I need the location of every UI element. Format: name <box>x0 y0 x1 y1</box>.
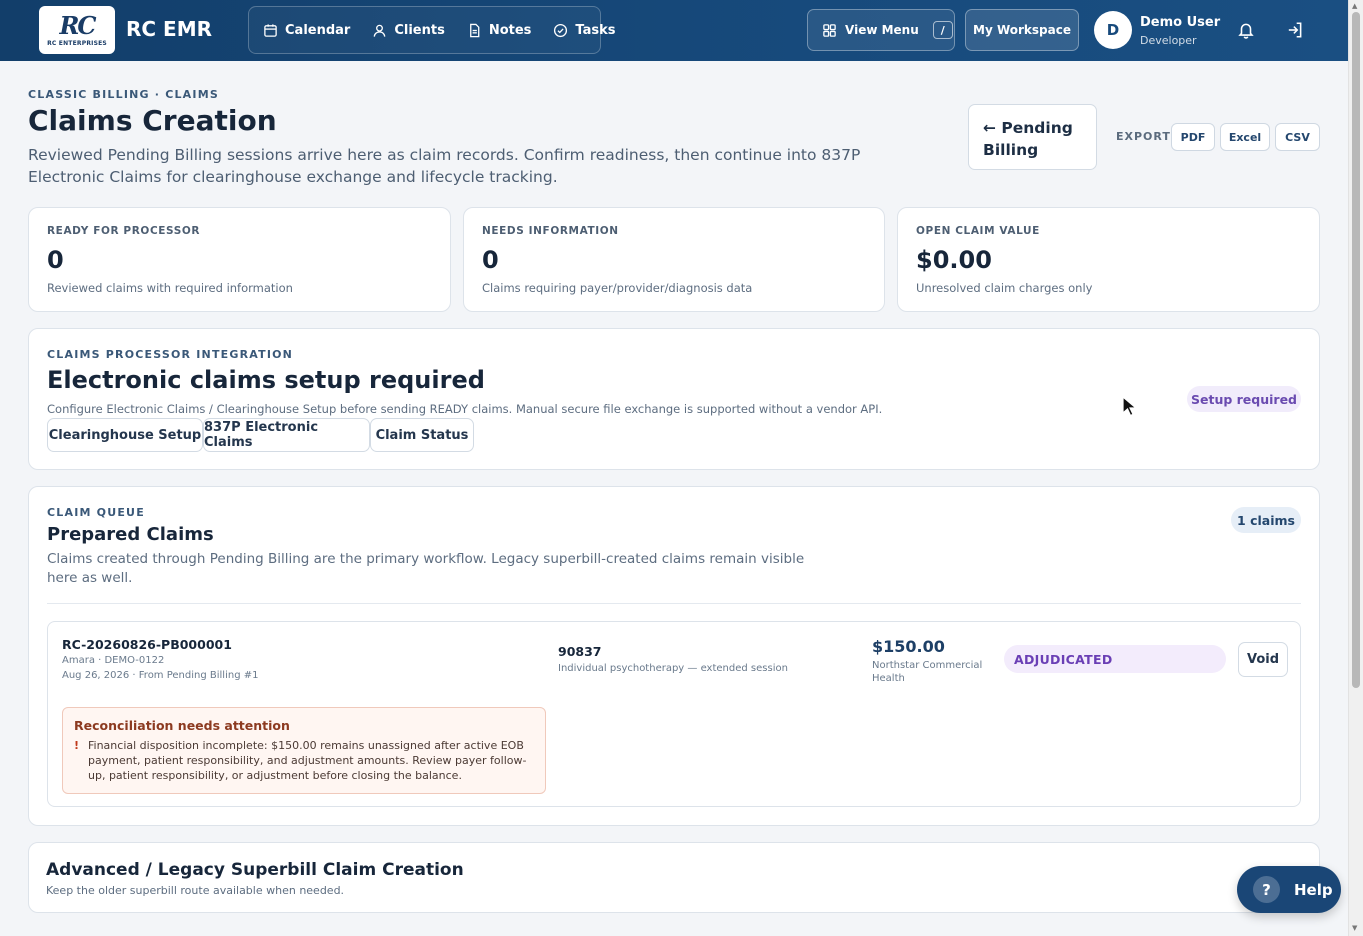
logout-icon[interactable] <box>1286 21 1304 39</box>
nav-notes[interactable]: Notes <box>467 22 532 38</box>
cpt-code: 90837 <box>558 644 602 659</box>
claim-date: Aug 26, 2026 · From Pending Billing #1 <box>62 670 259 681</box>
clearinghouse-setup-button[interactable]: Clearinghouse Setup <box>47 418 203 452</box>
stat-value: 0 <box>482 246 499 274</box>
top-navigation-bar: RC RC ENTERPRISES RC EMR Calendar Client… <box>0 0 1348 61</box>
stat-subtitle: Reviewed claims with required informatio… <box>47 281 293 295</box>
void-button[interactable]: Void <box>1238 642 1288 677</box>
queue-title: Prepared Claims <box>47 524 214 545</box>
export-pdf-button[interactable]: PDF <box>1171 123 1215 151</box>
view-menu-shortcut: / <box>932 21 953 39</box>
claim-payer: Northstar Commercial Health <box>872 660 983 684</box>
claim-patient: Amara · DEMO-0122 <box>62 655 165 666</box>
stat-subtitle: Claims requiring payer/provider/diagnosi… <box>482 281 753 295</box>
avatar[interactable]: D <box>1094 11 1132 49</box>
pending-billing-button[interactable]: ← Pending Billing <box>968 104 1097 170</box>
export-label: EXPORT <box>1116 130 1171 143</box>
queue-description: Claims created through Pending Billing a… <box>47 551 805 586</box>
my-workspace-button[interactable]: My Workspace <box>965 9 1079 51</box>
nav-tasks-label: Tasks <box>575 22 616 38</box>
page-title: Claims Creation <box>28 104 277 137</box>
breadcrumb: CLASSIC BILLING · CLAIMS <box>28 88 219 101</box>
stat-label: READY FOR PROCESSOR <box>47 225 201 237</box>
check-circle-icon <box>554 23 568 37</box>
view-menu-label: View Menu <box>845 23 919 37</box>
integration-description: Configure Electronic Claims / Clearingho… <box>47 402 883 416</box>
alert-title: Reconciliation needs attention <box>74 718 290 733</box>
help-label: Help <box>1294 880 1333 899</box>
scrollbar-thumb[interactable] <box>1352 12 1360 688</box>
scroll-down-arrow[interactable]: ▼ <box>1352 924 1357 932</box>
stat-label: NEEDS INFORMATION <box>482 225 619 237</box>
grid-icon <box>823 23 836 37</box>
status-badge: Setup required <box>1187 386 1301 412</box>
table-row[interactable]: RC-20260826-PB000001 Amara · DEMO-0122 A… <box>47 621 1301 807</box>
nav-calendar-label: Calendar <box>285 22 351 38</box>
scroll-up-arrow[interactable]: ▲ <box>1352 2 1357 10</box>
claim-amount: $150.00 <box>872 637 945 656</box>
legacy-superbill-card[interactable]: Advanced / Legacy Superbill Claim Creati… <box>28 842 1320 913</box>
nav-clients[interactable]: Clients <box>372 22 445 38</box>
integration-title: Electronic claims setup required <box>47 366 485 394</box>
claim-count-badge: 1 claims <box>1231 507 1301 533</box>
stat-value: 0 <box>47 246 64 274</box>
page-description: Reviewed Pending Billing sessions arrive… <box>28 146 861 186</box>
cpt-description: Individual psychotherapy — extended sess… <box>558 663 788 674</box>
integration-eyebrow: CLAIMS PROCESSOR INTEGRATION <box>47 348 294 361</box>
logo-mark: RC <box>59 10 96 40</box>
rc-logo[interactable]: RC RC ENTERPRISES <box>39 6 115 54</box>
status-badge: ADJUDICATED <box>1004 645 1226 673</box>
page-scrollbar[interactable]: ▲ ▼ <box>1348 0 1363 936</box>
user-icon <box>374 24 386 37</box>
brand-name[interactable]: RC EMR <box>126 17 212 41</box>
stat-label: OPEN CLAIM VALUE <box>916 225 1040 237</box>
divider <box>47 603 1301 604</box>
claim-id[interactable]: RC-20260826-PB000001 <box>62 637 232 652</box>
queue-eyebrow: CLAIM QUEUE <box>47 506 145 519</box>
stat-card-ready: READY FOR PROCESSOR 0 Reviewed claims wi… <box>28 207 451 312</box>
user-name[interactable]: Demo User <box>1140 15 1220 30</box>
legacy-title: Advanced / Legacy Superbill Claim Creati… <box>46 860 464 880</box>
837p-electronic-claims-button[interactable]: 837P Electronic Claims <box>203 418 370 452</box>
bell-icon[interactable] <box>1237 21 1255 39</box>
stat-card-needs-info: NEEDS INFORMATION 0 Claims requiring pay… <box>463 207 885 312</box>
claim-queue-card: CLAIM QUEUE Prepared Claims Claims creat… <box>28 486 1320 826</box>
stat-card-open-value: OPEN CLAIM VALUE $0.00 Unresolved claim … <box>897 207 1320 312</box>
calendar-icon <box>264 23 277 37</box>
nav-clients-label: Clients <box>394 22 445 38</box>
question-icon: ? <box>1253 876 1280 903</box>
mouse-cursor-icon <box>1122 395 1138 417</box>
stat-value: $0.00 <box>916 246 992 274</box>
user-role: Developer <box>1140 34 1197 47</box>
alert-text: Financial disposition incomplete: $150.0… <box>88 739 527 782</box>
stat-subtitle: Unresolved claim charges only <box>916 281 1093 295</box>
claim-status-button[interactable]: Claim Status <box>370 418 474 452</box>
nav-notes-label: Notes <box>488 22 532 38</box>
export-csv-button[interactable]: CSV <box>1275 123 1320 151</box>
export-excel-button[interactable]: Excel <box>1220 123 1270 151</box>
warning-icon: ! <box>74 739 80 752</box>
nav-tasks[interactable]: Tasks <box>553 22 616 38</box>
main-nav: Calendar Clients Notes Tasks <box>248 6 616 54</box>
legacy-subtitle: Keep the older superbill route available… <box>46 884 345 897</box>
nav-calendar[interactable]: Calendar <box>263 23 350 38</box>
document-icon <box>469 23 480 37</box>
help-button[interactable]: ? Help <box>1237 866 1341 913</box>
reconciliation-alert: Reconciliation needs attention ! Financi… <box>62 707 546 794</box>
view-menu-button[interactable]: View Menu / <box>807 9 955 51</box>
logo-subtitle: RC ENTERPRISES <box>47 39 107 47</box>
